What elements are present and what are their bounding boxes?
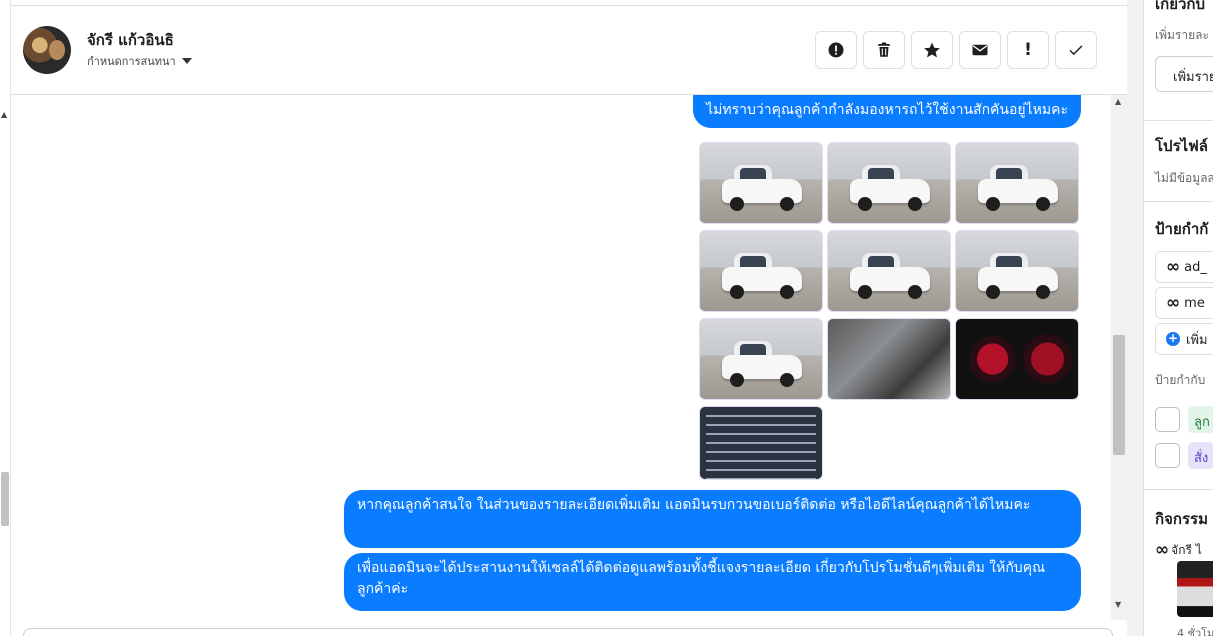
spam-button[interactable] <box>815 31 857 69</box>
divider <box>1144 201 1213 202</box>
scrollbar-thumb[interactable] <box>1 472 9 526</box>
envelope-icon <box>972 44 988 56</box>
add-tag-label: เพิ่ม <box>1186 332 1208 348</box>
car-photo[interactable] <box>827 230 951 312</box>
activity-text: จักรี ไ <box>1171 542 1202 557</box>
meta-icon: ∞ <box>1155 540 1169 560</box>
meta-icon: ∞ <box>1166 293 1180 313</box>
labels-title: ป้ายกำกั <box>1155 220 1209 238</box>
profile-subtitle: ไม่มีข้อมูลส <box>1155 171 1213 185</box>
car-photo[interactable] <box>699 230 823 312</box>
message-bubble[interactable]: ไม่ทราบว่าคุณลูกค้ากำลังมองหารถไว้ใช้งาน… <box>693 95 1081 128</box>
divider <box>1144 489 1213 490</box>
dashboard-photo[interactable] <box>955 318 1079 400</box>
car-photo[interactable] <box>827 142 951 224</box>
car-photo[interactable] <box>699 318 823 400</box>
tag-label: ad_ <box>1184 259 1207 275</box>
label-option[interactable]: สั่ง <box>1155 442 1213 469</box>
label-option[interactable]: ลูก <box>1155 406 1213 433</box>
avatar[interactable] <box>23 26 71 74</box>
follow-up-button[interactable]: ! <box>1007 31 1049 69</box>
car-photo[interactable] <box>699 142 823 224</box>
about-title: เกี่ยวกับ <box>1155 0 1206 13</box>
scrollbar-thumb[interactable] <box>1113 335 1125 455</box>
add-details-button[interactable]: เพิ่มราย <box>1155 56 1213 92</box>
divider <box>1144 120 1213 121</box>
activity-thumbnail[interactable] <box>1177 561 1213 617</box>
label-checkbox[interactable] <box>1155 443 1180 468</box>
panel-separator <box>1127 0 1143 636</box>
tag-item[interactable]: ∞ me <box>1155 287 1213 319</box>
delete-button[interactable] <box>863 31 905 69</box>
label-checkbox[interactable] <box>1155 407 1180 432</box>
message-bubble[interactable]: หากคุณลูกค้าสนใจ ในส่วนของรายละเอียดเพิ่… <box>344 490 1081 548</box>
contact-details-panel: เกี่ยวกับ เพิ่มรายละ เพิ่มราย โปรไฟล์ ไม… <box>1143 0 1213 636</box>
add-tag-button[interactable]: + เพิ่ม <box>1155 323 1213 355</box>
checkmark-icon <box>1069 45 1083 56</box>
trash-icon <box>878 42 890 57</box>
mark-unread-button[interactable] <box>959 31 1001 69</box>
message-list: ไม่ทราบว่าคุณลูกค้ากำลังมองหารถไว้ใช้งาน… <box>11 95 1111 620</box>
scroll-up-arrow-icon[interactable]: ▲ <box>1 110 7 119</box>
conversation-panel: จักรี แก้วอินธิ กำหนดการสนทนา ! ไม่ทราบว… <box>11 0 1127 636</box>
profile-title: โปรไฟล์ <box>1155 137 1208 155</box>
conversation-actions: ! <box>815 31 1097 69</box>
assign-conversation-dropdown[interactable]: กำหนดการสนทนา <box>87 52 192 70</box>
assign-label: กำหนดการสนทนา <box>87 55 176 68</box>
app-root: ▲ จักรี แก้วอินธิ กำหนดการสนทนา ! ไม่ทรา… <box>0 0 1213 636</box>
meta-icon: ∞ <box>1166 257 1180 277</box>
interior-photo[interactable] <box>827 318 951 400</box>
tag-item[interactable]: ∞ ad_ <box>1155 251 1213 283</box>
plus-icon: + <box>1166 331 1180 346</box>
message-bubble[interactable]: เพื่อแอดมินจะได้ประสานงานให้เซลล์ได้ติดต… <box>344 553 1081 611</box>
document-photo[interactable] <box>699 406 823 480</box>
label-chip: ลูก <box>1188 406 1213 433</box>
activity-title: กิจกรรม <box>1155 510 1208 528</box>
label-chip: สั่ง <box>1188 442 1213 469</box>
labels-subtitle: ป้ายกำกับ <box>1155 373 1206 387</box>
caret-down-icon <box>181 58 192 64</box>
exclamation-icon: ! <box>1024 40 1032 60</box>
activity-item[interactable]: ∞ จักรี ไ <box>1155 540 1202 560</box>
exclamation-circle-icon <box>828 42 844 58</box>
star-button[interactable] <box>911 31 953 69</box>
scroll-down-arrow-icon[interactable]: ▼ <box>1115 600 1121 609</box>
left-scrollbar[interactable]: ▲ <box>0 0 11 636</box>
message-scrollbar[interactable]: ▲ ▼ <box>1111 95 1127 620</box>
conversation-header: จักรี แก้วอินธิ กำหนดการสนทนา ! <box>11 6 1127 95</box>
car-photo[interactable] <box>955 142 1079 224</box>
contact-name[interactable]: จักรี แก้วอินธิ <box>87 28 174 52</box>
car-photo[interactable] <box>955 230 1079 312</box>
tag-label: me <box>1184 295 1205 311</box>
message-composer[interactable] <box>23 628 1113 636</box>
star-icon <box>924 42 940 58</box>
scroll-up-arrow-icon[interactable]: ▲ <box>1115 97 1121 106</box>
about-subtitle: เพิ่มรายละ <box>1155 28 1209 42</box>
activity-timestamp: 4 ชั่วโม <box>1177 627 1213 636</box>
mark-done-button[interactable] <box>1055 31 1097 69</box>
